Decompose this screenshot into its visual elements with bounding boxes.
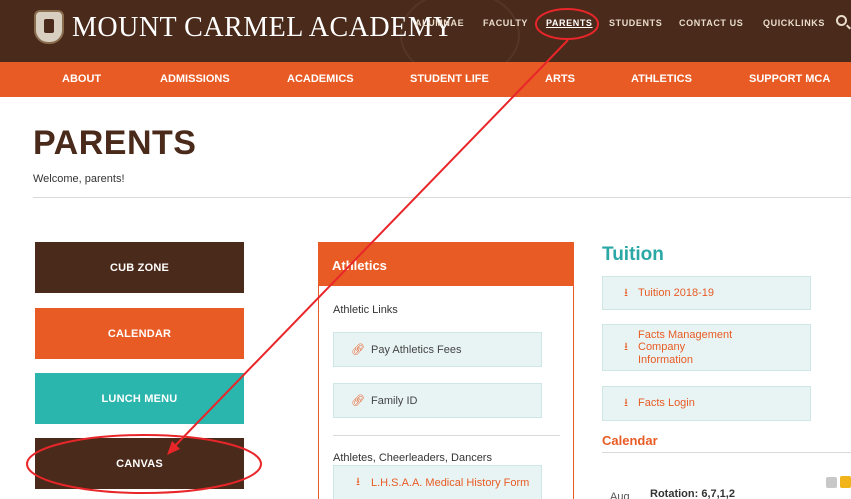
nav-admissions[interactable]: ADMISSIONS <box>160 73 230 85</box>
nav-about[interactable]: ABOUT <box>62 73 101 85</box>
search-icon[interactable] <box>836 15 847 26</box>
calendar-divider <box>602 452 851 453</box>
site-header: MOUNT CARMEL ACADEMY ALUMNAE FACULTY PAR… <box>0 0 851 80</box>
athletics-heading: Athletics <box>319 243 573 286</box>
top-link-contact-us[interactable]: CONTACT US <box>679 18 743 28</box>
site-brand[interactable]: MOUNT CARMEL ACADEMY <box>72 12 454 44</box>
nav-academics[interactable]: ACADEMICS <box>287 73 354 85</box>
top-link-students[interactable]: STUDENTS <box>609 18 662 28</box>
top-link-quicklinks[interactable]: QUICKLINKS <box>763 18 825 28</box>
title-divider <box>33 197 851 198</box>
nav-athletics[interactable]: ATHLETICS <box>631 73 692 85</box>
page-title: PARENTS <box>33 124 197 162</box>
nav-student-life[interactable]: STUDENT LIFE <box>410 73 489 85</box>
download-icon: ⭳ <box>624 286 628 299</box>
calendar-heading: Calendar <box>602 433 658 448</box>
top-link-alumnae[interactable]: ALUMNAE <box>415 18 464 28</box>
canvas-button[interactable]: CANVAS <box>35 438 244 489</box>
main-nav: ABOUT ADMISSIONS ACADEMICS STUDENT LIFE … <box>0 62 851 97</box>
download-icon: ⭳ <box>356 476 360 488</box>
facts-login-link[interactable]: ⭳ Facts Login <box>602 386 811 421</box>
link-label: Facts Management Company Information <box>638 328 733 366</box>
page: MOUNT CARMEL ACADEMY ALUMNAE FACULTY PAR… <box>0 0 851 499</box>
welcome-text: Welcome, parents! <box>33 173 125 185</box>
lunch-menu-button[interactable]: LUNCH MENU <box>35 373 244 424</box>
top-link-faculty[interactable]: FACULTY <box>483 18 528 28</box>
download-icon: ⭳ <box>624 341 628 354</box>
medical-history-form-link[interactable]: ⭳ L.H.S.A.A. Medical History Form <box>333 465 542 499</box>
facts-management-link[interactable]: ⭳ Facts Management Company Information <box>602 324 811 371</box>
athletes-heading: Athletes, Cheerleaders, Dancers <box>333 452 492 464</box>
athletics-divider <box>333 435 560 436</box>
athletics-panel: Athletics Athletic Links 🔗︎ Pay Athletic… <box>318 242 574 499</box>
calendar-button[interactable]: CALENDAR <box>35 308 244 359</box>
link-label: L.H.S.A.A. Medical History Form <box>371 476 530 489</box>
athletic-links-heading: Athletic Links <box>333 304 398 316</box>
tuition-heading: Tuition <box>602 244 664 265</box>
download-icon: ⭳ <box>624 397 628 410</box>
rss-icon[interactable] <box>826 477 837 488</box>
cub-zone-button[interactable]: CUB ZONE <box>35 242 244 293</box>
calendar-subscribe-icon[interactable] <box>840 476 851 488</box>
calendar-month: Aug <box>610 491 630 499</box>
link-label: Tuition 2018-19 <box>638 286 715 299</box>
link-label: Pay Athletics Fees <box>371 343 462 356</box>
tuition-2018-19-link[interactable]: ⭳ Tuition 2018-19 <box>602 276 811 310</box>
pay-athletics-fees-link[interactable]: 🔗︎ Pay Athletics Fees <box>333 332 542 367</box>
link-icon: 🔗︎ <box>351 395 365 407</box>
top-link-parents[interactable]: PARENTS <box>546 18 593 28</box>
nav-arts[interactable]: ARTS <box>545 73 575 85</box>
link-label: Family ID <box>371 394 418 407</box>
family-id-link[interactable]: 🔗︎ Family ID <box>333 383 542 418</box>
calendar-rotation: Rotation: 6,7,1,2 <box>650 488 735 499</box>
nav-support-mca[interactable]: SUPPORT MCA <box>749 73 830 85</box>
link-icon: 🔗︎ <box>351 344 365 356</box>
academy-crest-icon[interactable] <box>34 10 64 44</box>
link-label: Facts Login <box>638 397 695 410</box>
